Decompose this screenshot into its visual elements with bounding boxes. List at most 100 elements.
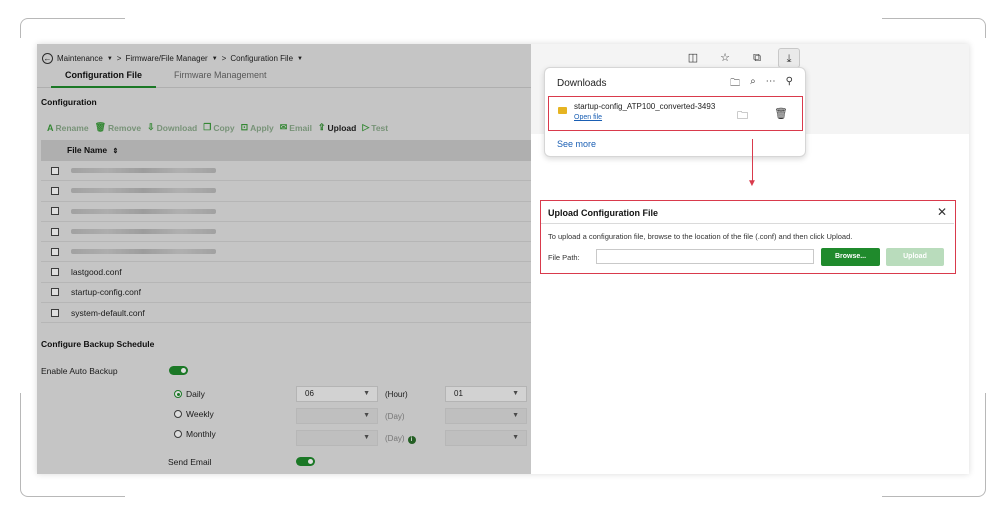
table-row[interactable] — [41, 181, 531, 202]
file-path-input[interactable] — [596, 249, 814, 264]
caret-down-icon[interactable]: ▼ — [297, 56, 303, 62]
breadcrumb-firmware-file-manager[interactable]: Firmware/File Manager — [125, 54, 207, 63]
backup-schedule-title: Configure Backup Schedule — [41, 339, 155, 349]
show-in-folder-icon[interactable]: 🗀 — [737, 107, 748, 126]
row-checkbox[interactable] — [51, 227, 59, 236]
breadcrumb-configuration-file[interactable]: Configuration File — [230, 54, 293, 63]
radio-unselected-icon — [174, 430, 182, 438]
weekly-radio[interactable]: Weekly — [174, 409, 214, 419]
table-row[interactable] — [41, 202, 531, 222]
more-icon[interactable]: ⋯ — [766, 76, 776, 93]
upload-submit-button[interactable]: Upload — [886, 248, 944, 266]
monthly-time-select[interactable]: ▼ — [445, 430, 527, 446]
row-checkbox[interactable] — [51, 308, 59, 317]
info-icon[interactable]: i — [407, 436, 416, 444]
monthly-day-select[interactable]: ▼ — [296, 430, 378, 446]
caret-down-icon[interactable]: ▼ — [212, 56, 218, 62]
table-row[interactable] — [41, 242, 531, 263]
configuration-section-title: Configuration — [41, 97, 97, 107]
weekly-time-select[interactable]: ▼ — [445, 408, 527, 424]
download-item[interactable]: startup-config_ATP100_converted-3493 Ope… — [548, 96, 803, 131]
rename-button[interactable]: A Rename — [47, 122, 89, 133]
favorites-icon[interactable]: ☆ — [714, 48, 736, 68]
tab-firmware-management[interactable]: Firmware Management — [174, 70, 267, 88]
table-row[interactable]: lastgood.conf — [41, 262, 531, 283]
row-checkbox[interactable] — [51, 186, 59, 195]
row-checkbox[interactable] — [51, 288, 59, 297]
see-more-link[interactable]: See more — [557, 139, 596, 149]
radio-unselected-icon — [174, 410, 182, 418]
row-checkbox[interactable] — [51, 207, 59, 216]
email-icon: ✉ — [279, 122, 288, 132]
sort-icon[interactable]: ⇕ — [113, 148, 119, 155]
send-email-label: Send Email — [168, 457, 212, 467]
file-name-cell: startup-config.conf — [71, 287, 141, 298]
collections-icon[interactable]: ⧉ — [746, 48, 768, 68]
tab-configuration-file[interactable]: Configuration File — [51, 70, 156, 88]
caret-down-icon[interactable]: ▼ — [107, 56, 113, 62]
upload-button[interactable]: ⇪ Upload — [318, 122, 356, 133]
apply-icon: ⊡ — [240, 122, 249, 132]
split-screen-icon[interactable]: ◫ — [682, 48, 704, 68]
monthly-radio[interactable]: Monthly — [174, 429, 216, 439]
downloads-icon[interactable]: ⤓ — [778, 48, 800, 68]
blurred-file-name — [71, 208, 216, 214]
remove-button[interactable]: 🗑 Remove — [95, 122, 142, 133]
apply-button[interactable]: ⊡ Apply — [241, 122, 274, 133]
row-checkbox[interactable] — [51, 247, 59, 256]
test-button[interactable]: ▷ Test — [362, 122, 388, 133]
monthly-day-unit: (Day) i — [385, 434, 416, 444]
config-page: ← Maintenance ▼ > Firmware/File Manager … — [37, 44, 531, 474]
chevron-down-icon: ▼ — [512, 412, 519, 419]
monthly-day-unit-label: (Day) — [385, 434, 405, 443]
breadcrumb-maintenance[interactable]: Maintenance — [57, 54, 103, 63]
downloads-panel: Downloads 🗀 ⌕ ⋯ ⚲ startup-config_ATP100_… — [544, 67, 806, 157]
daily-radio[interactable]: Daily — [174, 389, 205, 399]
download-file-name: startup-config_ATP100_converted-3493 — [574, 102, 716, 111]
row-checkbox[interactable] — [51, 268, 59, 277]
dialog-header: Upload Configuration File ✕ — [541, 201, 954, 224]
breadcrumb-separator: > — [116, 54, 122, 63]
daily-minute-select[interactable]: 01 ▼ — [445, 386, 527, 402]
delete-icon[interactable]: 🗑 — [774, 107, 788, 120]
weekly-day-select[interactable]: ▼ — [296, 408, 378, 424]
file-table-header[interactable]: File Name ⇕ — [41, 140, 531, 161]
breadcrumb: ← Maintenance ▼ > Firmware/File Manager … — [42, 53, 303, 64]
row-checkbox[interactable] — [51, 166, 59, 175]
download-button[interactable]: ⇩ Download — [147, 122, 197, 133]
email-button[interactable]: ✉ Email — [280, 122, 312, 133]
folder-icon[interactable]: 🗀 — [730, 76, 740, 93]
daily-hour-select[interactable]: 06 ▼ — [296, 386, 378, 402]
blurred-file-name — [71, 249, 216, 255]
table-row[interactable] — [41, 161, 531, 182]
blurred-file-name — [71, 229, 216, 235]
chevron-down-icon: ▼ — [363, 412, 370, 419]
enable-auto-backup-toggle[interactable] — [169, 366, 188, 375]
screenshot-stage: ← Maintenance ▼ > Firmware/File Manager … — [37, 44, 969, 474]
tab-bar: Configuration File Firmware Management — [37, 70, 531, 88]
copy-button[interactable]: ❐ Copy — [203, 122, 234, 133]
copy-icon: ❐ — [203, 122, 212, 132]
close-icon[interactable]: ✕ — [937, 205, 947, 219]
chevron-down-icon: ▼ — [363, 434, 370, 441]
table-row[interactable]: system-default.conf — [41, 303, 531, 324]
search-icon[interactable]: ⌕ — [750, 76, 756, 93]
open-file-link[interactable]: Open file — [574, 114, 602, 121]
send-email-toggle[interactable] — [296, 457, 315, 466]
file-name-cell: lastgood.conf — [71, 267, 122, 278]
table-row[interactable]: startup-config.conf — [41, 283, 531, 304]
upload-icon: ⇪ — [317, 122, 326, 132]
config-toolbar: A Rename 🗑 Remove ⇩ Download ❐ Copy ⊡ Apply ✉… — [47, 122, 388, 133]
browse-button[interactable]: Browse... — [821, 248, 880, 266]
table-row[interactable] — [41, 222, 531, 243]
back-arrow-circle-icon[interactable]: ← — [42, 53, 53, 64]
blurred-file-name — [71, 168, 216, 174]
file-name-column-header: File Name — [67, 145, 108, 155]
frame-corner-top-right — [882, 18, 986, 38]
play-icon: ▷ — [362, 122, 370, 132]
chevron-down-icon: ▼ — [512, 390, 519, 397]
breadcrumb-separator: > — [221, 54, 227, 63]
pin-icon[interactable]: ⚲ — [786, 76, 793, 93]
annotation-arrow-head-icon: ▼ — [747, 178, 757, 189]
chevron-down-icon: ▼ — [363, 390, 370, 397]
